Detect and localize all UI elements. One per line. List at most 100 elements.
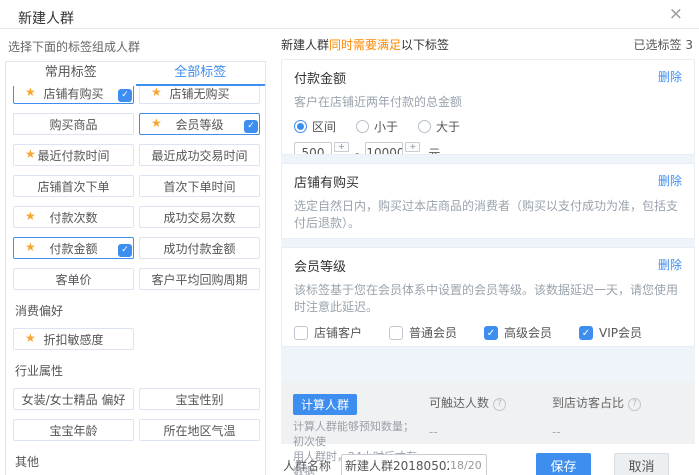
amount-range-inputs: 500 +− - 100000 +− 元	[294, 142, 682, 155]
tag-panel: 常用标签 全部标签 ★店铺有购买✓ ★ 店铺无购买 ✓ ★购买商品✓ ★会员等级✓ …	[5, 61, 266, 475]
calc-crowd-button[interactable]: 计算人群	[293, 394, 357, 415]
right-header-text: 新建人群同时需要满足以下标签	[281, 36, 449, 53]
unit-label: 元	[428, 145, 440, 156]
tag-label: 折扣敏感度	[43, 331, 103, 348]
card-desc: 选定自然日内，购买过本店商品的消费者（购买以支付成功为准，包括支付后退款）。	[294, 197, 682, 231]
checkbox-icon: ✓	[389, 326, 403, 340]
star-icon: ★	[25, 332, 36, 344]
tag-item[interactable]: ★付款次数✓	[13, 206, 134, 228]
tag-label: 店铺无购买	[169, 86, 229, 102]
tag-item[interactable]: ★店铺无购买✓	[139, 86, 260, 104]
close-icon[interactable]: ×	[669, 6, 683, 23]
crowd-name-input[interactable]	[345, 459, 449, 473]
tag-label: 成功付款金额	[163, 240, 235, 257]
card-desc: 该标签基于您在会员体系中设置的会员等级。该数据延迟一天，请您使用时注意此延迟。	[294, 281, 682, 315]
checkbox-vip-member[interactable]: ✓VIP会员	[579, 324, 642, 341]
delete-link[interactable]: 删除	[658, 68, 682, 87]
selected-tag-cards: 付款金额 删除 客户在店铺近两年付款的总金额 区间 小于 大于 500 +− -	[281, 59, 695, 382]
plus-button[interactable]: +	[334, 142, 349, 152]
tag-grid-consume: ★折扣敏感度✓	[13, 328, 265, 350]
checkbox-advanced-member[interactable]: ✓高级会员	[484, 324, 565, 341]
tag-item[interactable]: ★店铺有购买✓	[13, 86, 134, 104]
checkbox-regular-member[interactable]: ✓ 普通会员	[389, 324, 470, 341]
char-counter: 18/20	[450, 459, 482, 472]
min-amount-input[interactable]: 500	[294, 142, 332, 155]
card-title: 会员等级	[294, 256, 346, 275]
max-amount-input[interactable]: 100000	[365, 142, 403, 155]
tab-all-tags[interactable]: 全部标签	[136, 62, 266, 86]
delete-link[interactable]: 删除	[658, 172, 682, 191]
help-icon[interactable]: ?	[493, 398, 506, 411]
cancel-button[interactable]: 取消	[614, 453, 669, 475]
tag-label: 成功交易次数	[163, 209, 235, 226]
minus-button[interactable]: −	[405, 154, 420, 155]
tag-item[interactable]: ★首次下单时间✓	[139, 175, 260, 197]
tag-item[interactable]: ★成功付款金额✓	[139, 237, 260, 259]
crowd-name-field: 18/20	[341, 454, 487, 475]
plus-button[interactable]: +	[405, 142, 420, 152]
radio-greater-than[interactable]: 大于	[418, 118, 460, 135]
tag-label: 店铺首次下单	[37, 178, 109, 195]
tag-label: 女装/女士精品 偏好	[22, 391, 126, 408]
stat-label: 到店访客占比	[552, 396, 624, 410]
tag-item[interactable]: ★购买商品✓	[13, 113, 134, 135]
radio-label: 区间	[312, 118, 336, 135]
tag-item[interactable]: ★最近成功交易时间✓	[139, 144, 260, 166]
member-level-checkboxes-row1: ✓ 店铺客户 ✓ 普通会员 ✓高级会员 ✓VIP会员	[294, 324, 682, 341]
tag-item[interactable]: ★成功交易次数✓	[139, 206, 260, 228]
help-icon[interactable]: ?	[628, 398, 641, 411]
checkbox-icon: ✓	[579, 326, 593, 340]
star-icon: ★	[151, 86, 162, 98]
tag-item[interactable]: ★客户平均回购周期✓	[139, 268, 260, 290]
min-amount-stepper: 500 + −	[294, 142, 349, 155]
tag-item[interactable]: ★会员等级✓	[139, 113, 260, 135]
tag-picker-instruction: 选择下面的标签组成人群	[0, 29, 273, 61]
modal-body: 选择下面的标签组成人群 常用标签 全部标签 ★店铺有购买✓ ★ 店铺无购买 ✓ ★购…	[0, 29, 699, 475]
tag-item[interactable]: ★女装/女士精品 偏好✓	[13, 388, 134, 410]
card-desc: 客户在店铺近两年付款的总金额	[294, 93, 682, 110]
max-amount-stepper: 100000 + −	[365, 142, 420, 155]
radio-interval[interactable]: 区间	[294, 118, 336, 135]
section-header-other: 其他	[15, 453, 265, 470]
checkbox-label: 普通会员	[409, 324, 457, 341]
tag-item[interactable]: ★宝宝年龄✓	[13, 419, 134, 441]
delete-link[interactable]: 删除	[658, 256, 682, 275]
radio-less-than[interactable]: 小于	[356, 118, 398, 135]
tag-item[interactable]: ★客单价✓	[13, 268, 134, 290]
checkbox-icon: ✓	[484, 326, 498, 340]
minus-button[interactable]: −	[334, 154, 349, 155]
tab-common-tags[interactable]: 常用标签	[6, 62, 136, 86]
tag-item[interactable]: ★宝宝性别✓	[139, 388, 260, 410]
section-header-industry: 行业属性	[15, 362, 265, 379]
checkbox-label: 店铺客户	[314, 324, 362, 341]
check-icon: ✓	[244, 120, 258, 133]
star-icon: ★	[25, 148, 36, 160]
save-button[interactable]: 保存	[536, 453, 591, 475]
tag-label: 客户平均回购周期	[151, 271, 247, 288]
calc-footer: 计算人群 计算人群能够预知数量；初次使 用人群时，24小时后才有数据 可触达人数…	[281, 382, 695, 444]
stat-value: --	[552, 425, 641, 439]
modal-header: 新建人群 ×	[0, 0, 699, 29]
tag-tabs: 常用标签 全部标签	[6, 62, 265, 86]
header-highlight: 同时需要满足	[329, 38, 401, 52]
tag-label: 客单价	[55, 271, 91, 288]
star-icon: ★	[25, 241, 36, 253]
modal-title: 新建人群	[18, 11, 74, 27]
tag-item[interactable]: ★最近付款时间✓	[13, 144, 134, 166]
tag-item[interactable]: ★所在地区气温✓	[139, 419, 260, 441]
checkbox-icon: ✓	[294, 326, 308, 340]
tag-list-scroll[interactable]: ★店铺有购买✓ ★ 店铺无购买 ✓ ★购买商品✓ ★会员等级✓ ★最近付款时间✓ ★…	[6, 86, 265, 475]
star-icon: ★	[25, 210, 36, 222]
star-icon: ★	[25, 86, 36, 98]
tag-label: 付款金额	[49, 240, 97, 257]
check-icon: ✓	[118, 89, 132, 102]
range-type-radios: 区间 小于 大于	[294, 118, 682, 135]
tag-item[interactable]: ★店铺首次下单✓	[13, 175, 134, 197]
tag-item[interactable]: ★折扣敏感度✓	[13, 328, 134, 350]
card-store-purchase: 店铺有购买 删除 选定自然日内，购买过本店商品的消费者（购买以支付成功为准，包括…	[281, 163, 695, 239]
tag-item[interactable]: ★付款金额✓	[13, 237, 134, 259]
checkbox-store-customer[interactable]: ✓ 店铺客户	[294, 324, 375, 341]
stat-value: --	[429, 425, 506, 439]
tag-label: 宝宝年龄	[49, 422, 97, 439]
tag-label: 最近成功交易时间	[151, 147, 247, 164]
